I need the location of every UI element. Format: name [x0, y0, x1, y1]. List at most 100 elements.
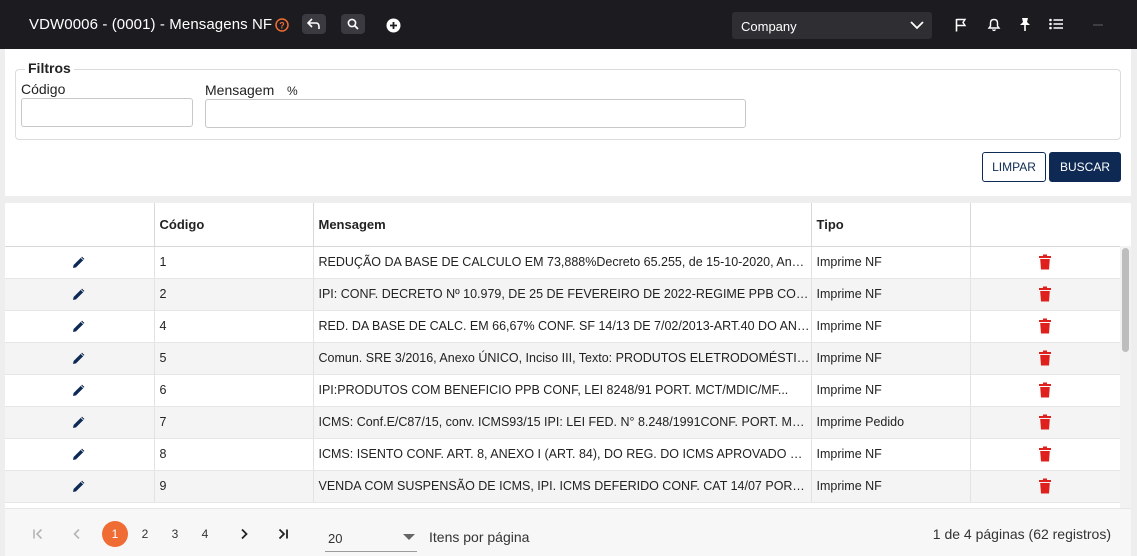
- mensagem-cell: Comun. SRE 3/2016, Anexo ÚNICO, Inciso I…: [313, 342, 812, 375]
- tipo-cell: Imprime NF: [811, 246, 971, 279]
- delete-icon[interactable]: [1038, 446, 1052, 462]
- table-row[interactable]: 8 ICMS: ISENTO CONF. ART. 8, ANEXO I (ART…: [5, 438, 1120, 471]
- delete-cell: [970, 374, 1120, 407]
- minimize-icon[interactable]: [1091, 23, 1105, 27]
- flag-icon[interactable]: [954, 17, 968, 32]
- pagination-bar: 1 2 3 4 20 Itens por página 1 de 4 págin…: [5, 508, 1131, 556]
- per-page-label: Itens por página: [429, 529, 530, 545]
- page-1[interactable]: 1: [102, 521, 128, 547]
- chevron-down-icon: [910, 18, 924, 37]
- column-header-delete: [970, 203, 1120, 247]
- mensagem-label: Mensagem: [205, 82, 275, 98]
- table-row[interactable]: 4 RED. DA BASE DE CALC. EM 66,67% CONF. S…: [5, 310, 1120, 343]
- search-button[interactable]: BUSCAR: [1049, 152, 1121, 182]
- table-scrollbar[interactable]: [1120, 246, 1131, 508]
- edit-icon[interactable]: [71, 254, 87, 270]
- prev-page-icon[interactable]: [64, 521, 90, 547]
- add-icon[interactable]: [385, 17, 401, 33]
- table-row[interactable]: 1 REDUÇÃO DA BASE DE CALCULO EM 73,888%De…: [5, 246, 1120, 279]
- delete-icon[interactable]: [1038, 318, 1052, 334]
- mensagem-cell: IPI: CONF. DECRETO Nº 10.979, DE 25 DE F…: [313, 278, 812, 311]
- delete-cell: [970, 278, 1120, 311]
- table-row[interactable]: 7 ICMS: Conf.E/C87/15, conv. ICMS93/15 IP…: [5, 406, 1120, 439]
- edit-cell: [5, 438, 155, 471]
- page-4[interactable]: 4: [192, 521, 218, 547]
- delete-icon[interactable]: [1038, 414, 1052, 430]
- delete-icon[interactable]: [1038, 286, 1052, 302]
- edit-icon[interactable]: [71, 414, 87, 430]
- edit-cell: [5, 310, 155, 343]
- mensagem-cell: VENDA COM SUSPENSÃO DE ICMS, IPI. ICMS D…: [313, 470, 812, 503]
- delete-cell: [970, 246, 1120, 279]
- delete-cell: [970, 342, 1120, 375]
- mensagem-cell: REDUÇÃO DA BASE DE CALCULO EM 73,888%Dec…: [313, 246, 812, 279]
- delete-icon[interactable]: [1038, 382, 1052, 398]
- codigo-cell: 4: [154, 310, 314, 343]
- codigo-cell: 1: [154, 246, 314, 279]
- edit-cell: [5, 406, 155, 439]
- column-header-mensagem[interactable]: Mensagem: [313, 203, 812, 247]
- delete-icon[interactable]: [1038, 254, 1052, 270]
- edit-icon[interactable]: [71, 478, 87, 494]
- delete-cell: [970, 406, 1120, 439]
- page-title: VDW0006 - (0001) - Mensagens NF: [29, 16, 273, 33]
- codigo-cell: 9: [154, 470, 314, 503]
- table-row[interactable]: 2 IPI: CONF. DECRETO Nº 10.979, DE 25 DE …: [5, 278, 1120, 311]
- table-row[interactable]: 6 IPI:PRODUTOS COM BENEFICIO PPB CONF, LE…: [5, 374, 1120, 407]
- clear-button[interactable]: LIMPAR: [982, 152, 1046, 182]
- first-page-icon[interactable]: [25, 521, 51, 547]
- table-panel: Código Mensagem Tipo 1 REDUÇÃO DA BASE DE…: [5, 203, 1131, 556]
- codigo-cell: 7: [154, 406, 314, 439]
- codigo-cell: 5: [154, 342, 314, 375]
- delete-icon[interactable]: [1038, 478, 1052, 494]
- codigo-cell: 2: [154, 278, 314, 311]
- tipo-cell: Imprime NF: [811, 470, 971, 503]
- mensagem-hint: %: [287, 84, 298, 98]
- tipo-cell: Imprime NF: [811, 438, 971, 471]
- per-page-value: 20: [328, 531, 343, 546]
- mensagem-input[interactable]: [205, 99, 746, 128]
- back-icon[interactable]: [302, 14, 326, 34]
- edit-cell: [5, 246, 155, 279]
- mensagem-cell: ICMS: Conf.E/C87/15, conv. ICMS93/15 IPI…: [313, 406, 812, 439]
- codigo-input[interactable]: [21, 98, 193, 127]
- delete-cell: [970, 310, 1120, 343]
- page-3[interactable]: 3: [162, 521, 188, 547]
- codigo-cell: 8: [154, 438, 314, 471]
- column-header-codigo[interactable]: Código: [154, 203, 314, 247]
- tipo-cell: Imprime NF: [811, 278, 971, 311]
- pin-icon[interactable]: [1018, 16, 1032, 32]
- help-icon[interactable]: ?: [275, 18, 289, 32]
- per-page-select[interactable]: 20: [325, 522, 417, 552]
- page-2[interactable]: 2: [132, 521, 158, 547]
- list-icon[interactable]: [1048, 17, 1064, 31]
- messages-table: Código Mensagem Tipo 1 REDUÇÃO DA BASE DE…: [5, 203, 1120, 503]
- pagination-summary: 1 de 4 páginas (62 registros): [932, 526, 1111, 542]
- edit-icon[interactable]: [71, 446, 87, 462]
- next-page-icon[interactable]: [231, 521, 257, 547]
- tipo-cell: Imprime NF: [811, 342, 971, 375]
- scrollbar-thumb[interactable]: [1122, 248, 1129, 352]
- column-header-tipo[interactable]: Tipo: [811, 203, 971, 247]
- filter-legend: Filtros: [25, 60, 74, 76]
- delete-icon[interactable]: [1038, 350, 1052, 366]
- edit-icon[interactable]: [71, 286, 87, 302]
- edit-cell: [5, 470, 155, 503]
- edit-icon[interactable]: [71, 318, 87, 334]
- delete-cell: [970, 470, 1120, 503]
- company-select[interactable]: Company: [732, 12, 932, 39]
- mensagem-cell: ICMS: ISENTO CONF. ART. 8, ANEXO I (ART.…: [313, 438, 812, 471]
- search-icon[interactable]: [341, 14, 365, 34]
- table-row[interactable]: 9 VENDA COM SUSPENSÃO DE ICMS, IPI. ICMS …: [5, 470, 1120, 503]
- edit-icon[interactable]: [71, 382, 87, 398]
- bell-icon[interactable]: [986, 16, 1002, 32]
- table-row[interactable]: 5 Comun. SRE 3/2016, Anexo ÚNICO, Inciso …: [5, 342, 1120, 375]
- delete-cell: [970, 438, 1120, 471]
- top-bar: VDW0006 - (0001) - Mensagens NF ? Compan…: [0, 0, 1137, 49]
- last-page-icon[interactable]: [270, 521, 296, 547]
- edit-cell: [5, 374, 155, 407]
- tipo-cell: Imprime Pedido: [811, 406, 971, 439]
- company-label: Company: [741, 19, 797, 34]
- tipo-cell: Imprime NF: [811, 374, 971, 407]
- edit-icon[interactable]: [71, 350, 87, 366]
